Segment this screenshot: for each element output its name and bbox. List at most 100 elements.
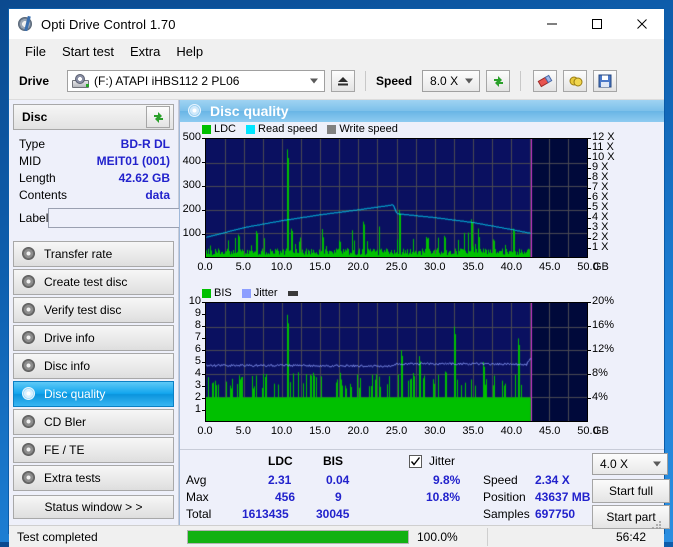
disc-info: Type BD-R DL MID MEIT01 (001) Length 42.… [13, 133, 174, 235]
eraser-button[interactable] [533, 70, 557, 92]
sidebar-item-cd-bler[interactable]: CD Bler [13, 409, 174, 435]
start-full-button[interactable]: Start full [592, 479, 670, 503]
axis-tick [202, 362, 205, 363]
resize-grip[interactable] [651, 520, 661, 530]
axis-tick [588, 228, 591, 229]
axis-tick-label: 15.0 [309, 261, 330, 273]
drive-label: Drive [19, 74, 49, 88]
sidebar-item-verify-test-disc[interactable]: Verify test disc [13, 297, 174, 323]
maximize-button[interactable] [574, 9, 619, 39]
refresh-button[interactable] [486, 70, 510, 92]
axis-tick-label: 45.0 [539, 425, 560, 437]
test-speed-value: 4.0 X [600, 457, 628, 471]
stats-row-avg-label: Avg [186, 473, 206, 487]
sidebar-item-transfer-rate[interactable]: Transfer rate [13, 241, 174, 267]
close-button[interactable] [619, 9, 664, 39]
eject-button[interactable] [331, 70, 355, 92]
window-controls [529, 9, 664, 39]
drive-select[interactable]: (F:) ATAPI iHBS112 2 PL06 [67, 70, 325, 92]
axis-tick-label: 2 [180, 391, 201, 403]
axis-tick [588, 350, 591, 351]
minimize-button[interactable] [529, 9, 574, 39]
disc-refresh-button[interactable] [146, 106, 170, 128]
legend-label-jitter: Jitter [254, 287, 278, 299]
disc-icon [22, 443, 36, 457]
status-window-button[interactable]: Status window > > [13, 495, 174, 519]
axis-tick-label: 9 [180, 307, 201, 319]
stats-panel: LDC BIS Jitter Avg 2.31 0.04 9.8% Max 45… [180, 449, 664, 525]
axis-tick-label: 12% [592, 343, 614, 355]
axis-tick-label: 0.0 [197, 261, 212, 273]
axis-tick [588, 198, 591, 199]
sidebar-item-create-test-disc[interactable]: Create test disc [13, 269, 174, 295]
toolbar-divider [520, 71, 521, 91]
menu-start-test[interactable]: Start test [54, 42, 122, 61]
axis-tick [202, 338, 205, 339]
elapsed-time: 56:42 [616, 530, 646, 544]
jitter-checkbox[interactable] [409, 455, 422, 468]
sidebar-item-label: FE / TE [44, 443, 84, 457]
axis-tick [202, 350, 205, 351]
stats-row-total-label: Total [186, 507, 211, 521]
axis-tick [588, 374, 591, 375]
axis-tick [588, 178, 591, 179]
status-text: Test completed [17, 530, 187, 544]
sidebar-item-fe-te[interactable]: FE / TE [13, 437, 174, 463]
axis-tick-label: 3 [180, 379, 201, 391]
axis-tick-label: 300 [180, 179, 201, 191]
axis-tick-label: 1 [180, 403, 201, 415]
stats-position-key: Position [483, 490, 526, 504]
panel-title: Disc quality [210, 103, 289, 119]
sidebar-item-disc-info[interactable]: Disc info [13, 353, 174, 379]
sidebar-item-drive-info[interactable]: Drive info [13, 325, 174, 351]
status-window-label: Status window > > [44, 500, 142, 514]
menu-help[interactable]: Help [168, 42, 211, 61]
menu-file[interactable]: File [17, 42, 54, 61]
chevron-down-icon [653, 462, 661, 467]
drive-toolbar: Drive (F:) ATAPI iHBS112 2 PL06 Speed 8.… [9, 63, 664, 100]
legend-swatch-read-speed [246, 125, 255, 134]
app-icon [18, 16, 34, 32]
stats-samples-key: Samples [483, 507, 530, 521]
axis-tick-label: 7 [180, 331, 201, 343]
disc-icon [22, 275, 36, 289]
disc-contents-key: Contents [19, 188, 67, 202]
axis-tick-label: 500 [180, 131, 201, 143]
axis-tick-label: GB [593, 425, 609, 437]
disc-icon [22, 247, 36, 261]
legend-swatch-ldc [202, 125, 211, 134]
axis-tick [588, 398, 591, 399]
bitsetting-button[interactable] [563, 70, 587, 92]
stats-speed-key: Speed [483, 473, 518, 487]
test-speed-select[interactable]: 4.0 X [592, 453, 668, 475]
disc-length-value: 42.62 GB [119, 171, 170, 185]
legend-label-ldc: LDC [214, 123, 236, 135]
axis-tick [588, 326, 591, 327]
axis-tick [588, 302, 591, 303]
axis-tick [202, 302, 205, 303]
menu-bar: File Start test Extra Help [9, 39, 664, 63]
start-part-label: Start part [606, 510, 655, 524]
sidebar-item-disc-quality[interactable]: Disc quality [13, 381, 174, 407]
axis-tick-label: 16% [592, 319, 614, 331]
axis-tick-label: 4% [592, 391, 608, 403]
axis-tick-label: 400 [180, 155, 201, 167]
disc-icon [22, 331, 36, 345]
toolbar-divider [365, 71, 366, 91]
legend-label-read-speed: Read speed [258, 123, 317, 135]
disc-icon [22, 387, 36, 401]
speed-select[interactable]: 8.0 X [422, 70, 480, 92]
axis-tick-label: 10.0 [271, 425, 292, 437]
axis-tick-label: 20.0 [347, 261, 368, 273]
save-button[interactable] [593, 70, 617, 92]
axis-tick-label: 35.0 [462, 425, 483, 437]
stats-col-bis: BIS [323, 454, 343, 468]
axis-tick [202, 326, 205, 327]
stats-row-max-label: Max [186, 490, 209, 504]
disc-mid-value: MEIT01 (001) [97, 154, 170, 168]
progress-bar-fill [188, 531, 408, 543]
axis-tick-label: 12 X [592, 131, 615, 143]
axis-tick [588, 218, 591, 219]
sidebar-item-extra-tests[interactable]: Extra tests [13, 465, 174, 491]
menu-extra[interactable]: Extra [122, 42, 168, 61]
